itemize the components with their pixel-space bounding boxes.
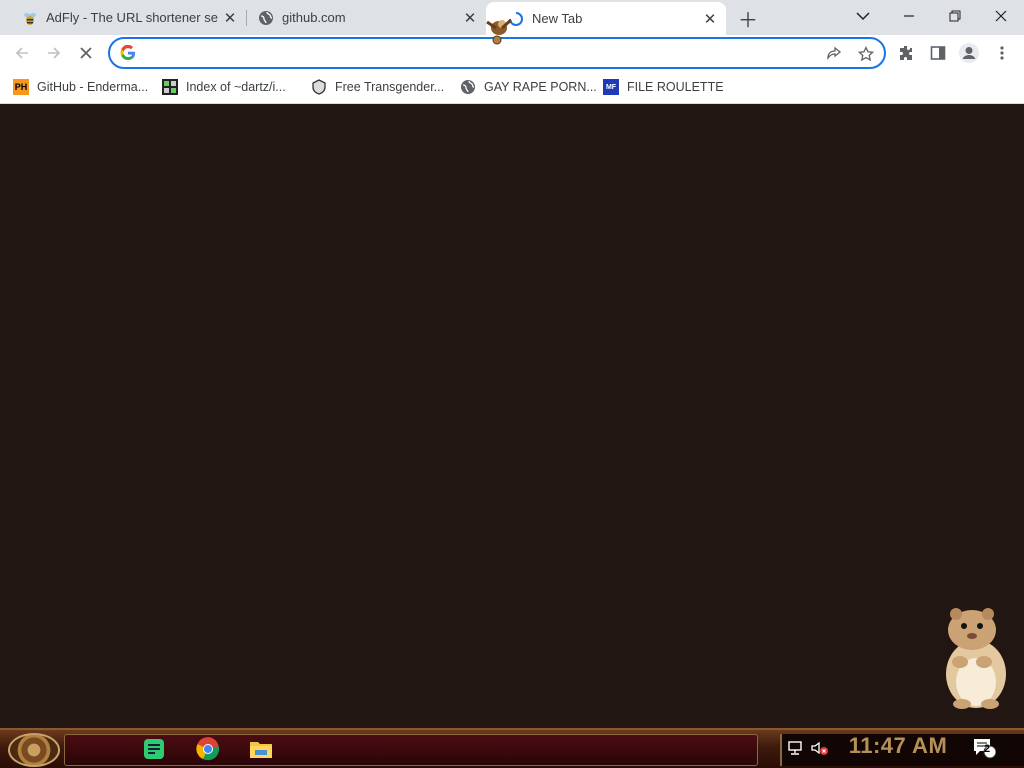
tab-title: AdFly - The URL shortener se [46, 10, 218, 25]
side-panel-icon[interactable] [927, 42, 949, 64]
bookmark-label: Free Transgender... [335, 80, 445, 94]
network-icon[interactable] [786, 737, 806, 759]
stop-loading-button[interactable] [73, 40, 99, 66]
url-input[interactable] [144, 43, 788, 65]
bookmark-label: Index of ~dartz/i... [186, 80, 286, 94]
menu-kebab-icon[interactable] [991, 42, 1013, 64]
notifications-icon[interactable]: 2 [970, 737, 998, 759]
bookmark-label: FILE ROULETTE [627, 80, 724, 94]
tab-adfly[interactable]: AdFly - The URL shortener se ✕ [0, 0, 246, 35]
file-roulette-icon: MF [603, 79, 619, 95]
taskbar-apps-track [64, 734, 758, 766]
restore-button[interactable] [932, 0, 978, 32]
bookmark-star-icon[interactable] [856, 44, 876, 64]
notes-app-icon[interactable] [140, 735, 168, 763]
bookmark-label: GitHub - Enderma... [37, 80, 149, 94]
close-tab-icon[interactable]: ✕ [702, 11, 718, 28]
forward-button[interactable] [41, 40, 67, 66]
chrome-icon[interactable] [194, 735, 222, 763]
share-icon[interactable] [824, 44, 844, 64]
hamster-desktop-pet[interactable] [932, 604, 1012, 712]
page-content[interactable] [0, 104, 1024, 728]
bookmark-item[interactable]: Index of ~dartz/i... [162, 77, 286, 97]
tab-title: github.com [282, 10, 346, 25]
profile-avatar-icon[interactable] [958, 42, 980, 64]
extensions-icon[interactable] [895, 42, 917, 64]
bird-cursor-icon [484, 14, 514, 46]
close-tab-icon[interactable]: ✕ [462, 10, 478, 27]
tab-search-icon[interactable] [840, 0, 886, 32]
bookmark-label: GAY RAPE PORN... [484, 80, 597, 94]
bookmark-item[interactable]: Free Transgender... [311, 77, 444, 97]
pornhub-icon: PH [13, 79, 29, 95]
close-window-button[interactable] [978, 0, 1024, 32]
volume-muted-icon[interactable] [810, 737, 830, 759]
google-icon [120, 44, 136, 61]
shield-icon [311, 79, 327, 95]
notification-count: 2 [984, 743, 991, 755]
tab-title: New Tab [532, 11, 583, 26]
new-tab-button[interactable]: ＋ [738, 8, 758, 32]
tab-new-tab[interactable]: New Tab ✕ [486, 2, 726, 35]
pixel-grid-icon [162, 79, 178, 95]
taskbar-clock[interactable]: 11:47 AM [846, 733, 950, 759]
adfly-icon [22, 10, 38, 26]
file-explorer-icon[interactable] [247, 735, 275, 763]
start-button[interactable] [8, 733, 60, 767]
back-button[interactable] [9, 40, 35, 66]
minimize-button[interactable] [886, 0, 932, 32]
bookmarks-bar: PH GitHub - Enderma... Index of ~dartz/i… [0, 71, 1024, 104]
bookmark-item[interactable]: GAY RAPE PORN... [460, 77, 597, 97]
globe-icon [460, 79, 476, 95]
globe-icon [258, 10, 274, 26]
bookmark-item[interactable]: PH GitHub - Enderma... [13, 77, 148, 97]
tab-github[interactable]: github.com ✕ [236, 0, 486, 35]
bookmark-item[interactable]: MF FILE ROULETTE [603, 77, 724, 97]
